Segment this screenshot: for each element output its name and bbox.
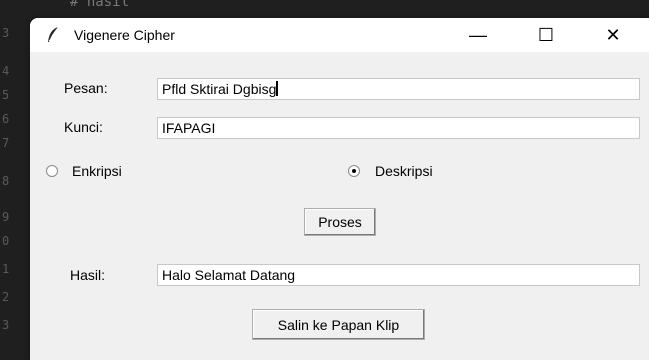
minimize-button[interactable]: — (455, 18, 501, 52)
maximize-button[interactable]: ☐ (523, 18, 569, 52)
feather-icon (48, 26, 59, 42)
line-number: 2 (2, 290, 10, 304)
kunci-input[interactable]: IFAPAGI (157, 117, 640, 139)
window-title: Vigenere Cipher (74, 27, 175, 43)
line-number: 8 (2, 174, 10, 188)
proses-button-label: Proses (318, 214, 362, 230)
maximize-icon: ☐ (537, 24, 555, 45)
line-number: 5 (2, 88, 10, 102)
enkripsi-label: Enkripsi (72, 163, 122, 179)
line-number: 9 (2, 210, 10, 224)
pesan-label: Pesan: (64, 80, 108, 96)
code-snippet: # hasil (70, 0, 130, 10)
line-number-gutter: 3 4 5 6 7 8 9 0 1 2 3 (0, 0, 30, 360)
line-number: 4 (2, 64, 10, 78)
close-button[interactable]: ✕ (590, 18, 636, 52)
line-number: 3 (2, 318, 10, 332)
kunci-value: IFAPAGI (162, 120, 216, 136)
proses-button[interactable]: Proses (304, 208, 376, 236)
hasil-label: Hasil: (70, 267, 106, 283)
minimize-icon: — (469, 24, 487, 45)
vigenere-cipher-window: Vigenere Cipher — ☐ ✕ Pesan: Pfld Sktira… (30, 18, 649, 360)
title-bar[interactable]: Vigenere Cipher — ☐ ✕ (30, 18, 649, 52)
deskripsi-radio[interactable] (348, 165, 360, 177)
line-number: 6 (2, 112, 10, 126)
line-number: 0 (2, 234, 10, 248)
pesan-input[interactable]: Pfld Sktirai Dgbisg (157, 78, 640, 100)
deskripsi-label: Deskripsi (375, 163, 433, 179)
pesan-value: Pfld Sktirai Dgbisg (162, 81, 277, 97)
line-number: 1 (2, 262, 10, 276)
hasil-output-field[interactable]: Halo Selamat Datang (157, 264, 640, 286)
kunci-label: Kunci: (64, 119, 103, 135)
hasil-value: Halo Selamat Datang (162, 267, 296, 283)
enkripsi-radio[interactable] (46, 165, 58, 177)
copy-button-label: Salin ke Papan Klip (277, 316, 400, 333)
line-number: 7 (2, 136, 10, 150)
copy-to-clipboard-button[interactable]: Salin ke Papan Klip (252, 309, 425, 340)
text-caret (276, 81, 279, 96)
close-icon: ✕ (605, 24, 621, 45)
line-number: 3 (2, 26, 10, 40)
